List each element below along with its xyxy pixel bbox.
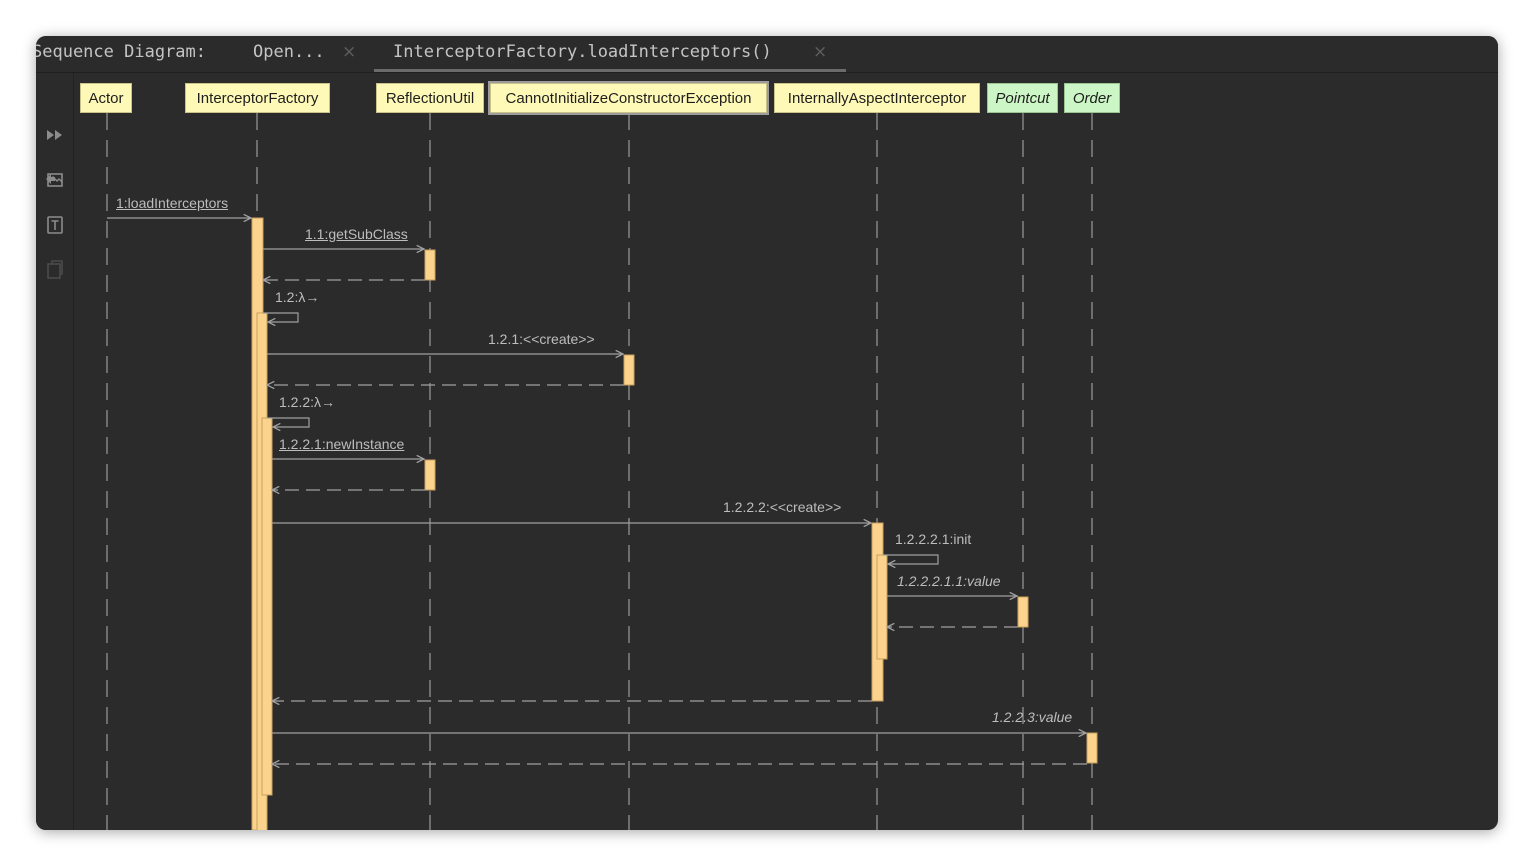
copy-icon	[36, 257, 73, 283]
participant-cannot-initialize-exception[interactable]: CannotInitializeConstructorException	[490, 83, 767, 113]
sequence-diagram-window: Sequence Diagram: Open... × InterceptorF…	[36, 36, 1498, 830]
diagram-canvas[interactable]: Actor InterceptorFactory ReflectionUtil …	[74, 73, 1498, 830]
participant-reflection-util[interactable]: ReflectionUtil	[376, 83, 484, 113]
tab-load-interceptors[interactable]: InterceptorFactory.loadInterceptors()	[393, 42, 772, 62]
text-export-icon[interactable]	[36, 212, 73, 238]
message-label-1-2-2-3[interactable]: 1.2.2.3:value	[992, 709, 1072, 725]
fast-forward-icon[interactable]	[36, 122, 73, 148]
message-label-1-1[interactable]: 1.1:getSubClass	[305, 226, 408, 242]
message-label-1-2-2-1[interactable]: 1.2.2.1:newInstance	[279, 436, 404, 452]
message-line-1-2-2	[267, 417, 310, 427]
activation-exception-create	[623, 354, 635, 386]
message-label-1-2-2-2-1-1[interactable]: 1.2.2.2.1.1:value	[897, 573, 1001, 589]
message-label-1-2-2-2[interactable]: 1.2.2.2:<<create>>	[723, 499, 841, 515]
message-label-1-2-1[interactable]: 1.2.1:<<create>>	[488, 331, 595, 347]
tab-bar: Sequence Diagram: Open... × InterceptorF…	[36, 36, 1498, 73]
message-label-1-2-2[interactable]: 1.2.2:λ→	[279, 394, 335, 410]
message-line-1-2	[263, 312, 299, 322]
participant-pointcut[interactable]: Pointcut	[987, 83, 1058, 113]
message-label-1[interactable]: 1:loadInterceptors	[116, 195, 228, 211]
activation-aspect-init	[876, 554, 888, 660]
message-line-1-2-2-2-1	[883, 554, 939, 564]
message-label-1-2-2-2-1[interactable]: 1.2.2.2.1:init	[895, 531, 971, 547]
tab-open-close-icon[interactable]: ×	[342, 42, 356, 62]
activation-order-value	[1086, 732, 1098, 764]
participant-interceptor-factory[interactable]: InterceptorFactory	[185, 83, 330, 113]
activation-factory-lambda-2	[261, 417, 273, 796]
participant-actor[interactable]: Actor	[80, 83, 132, 113]
tool-window-title: Sequence Diagram:	[36, 42, 206, 62]
message-label-1-2[interactable]: 1.2:λ→	[275, 289, 319, 305]
activation-reflection-2	[424, 459, 436, 491]
participant-internally-aspect-interceptor[interactable]: InternallyAspectInterceptor	[774, 83, 980, 113]
tab-load-interceptors-close-icon[interactable]: ×	[813, 42, 827, 62]
active-tab-indicator	[374, 69, 846, 72]
tab-open[interactable]: Open...	[253, 42, 325, 62]
activation-pointcut-value	[1017, 596, 1029, 628]
side-toolbar	[36, 73, 74, 830]
export-image-icon[interactable]	[36, 167, 73, 193]
activation-reflection-1	[424, 249, 436, 281]
participant-order[interactable]: Order	[1064, 83, 1120, 113]
